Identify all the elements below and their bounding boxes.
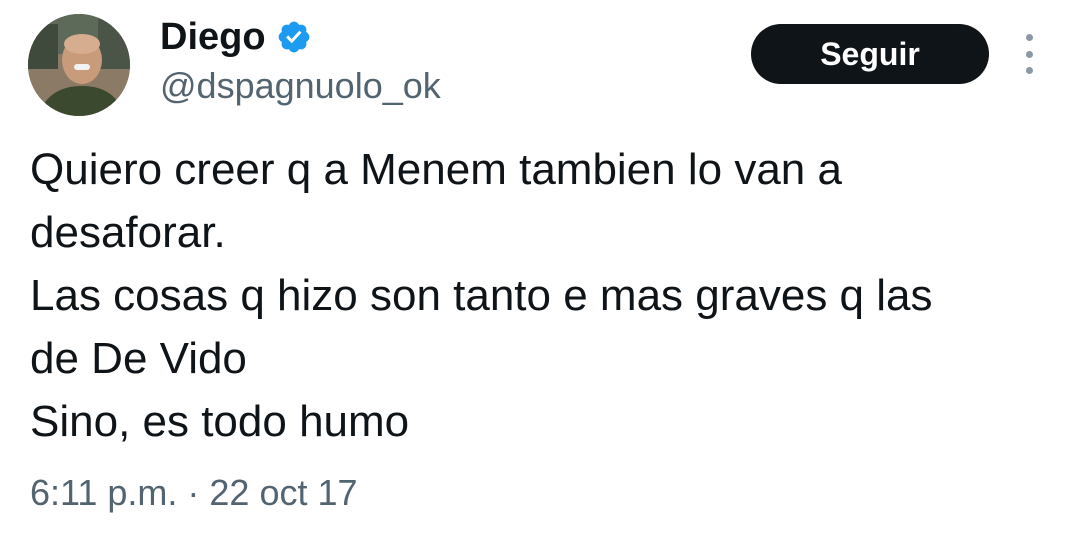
avatar-photo <box>28 14 130 116</box>
avatar[interactable] <box>28 14 130 116</box>
tweet-text: Quiero creer q a Menem tambien lo van a … <box>30 138 1040 453</box>
dot <box>1025 34 1033 41</box>
author-name-row: Diego <box>160 14 312 60</box>
tweet-text-line: Quiero creer q a Menem tambien lo van a <box>30 145 842 194</box>
display-name[interactable]: Diego <box>160 14 266 60</box>
tweet-timestamp[interactable]: 6:11 p.m. · 22 oct 17 <box>30 470 358 516</box>
tweet-text-line: de De Vido <box>30 334 247 383</box>
follow-button[interactable]: Seguir <box>751 24 989 84</box>
dot <box>1025 50 1033 58</box>
tweet-text-line: Las cosas q hizo son tanto e mas graves … <box>30 271 933 320</box>
tweet-text-line: Sino, es todo humo <box>30 397 410 446</box>
tweet-text-line: desaforar. <box>30 208 226 257</box>
user-handle[interactable]: @dspagnuolo_ok <box>160 64 441 108</box>
dot <box>1025 67 1033 74</box>
tweet-card: Diego @dspagnuolo_ok Seguir Quiero creer… <box>0 0 1080 538</box>
more-options-icon[interactable] <box>1014 34 1044 74</box>
verified-badge-icon <box>276 19 312 55</box>
